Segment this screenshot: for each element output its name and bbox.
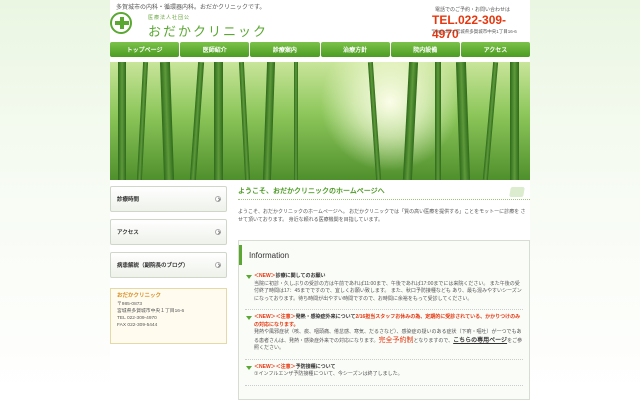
sidebar-item-label: 診療時間 bbox=[117, 197, 140, 203]
sidebar-item-label: 病患解説（副院長のブログ） bbox=[117, 263, 189, 269]
leaf-icon bbox=[509, 187, 525, 197]
header-tagline: 多賀城市の内科・循環器内科。おだかクリニックです。 bbox=[116, 5, 266, 11]
arrow-circle-icon bbox=[215, 229, 221, 235]
clinic-info-fax: FAX 022-309-5444 bbox=[117, 323, 158, 328]
header-phone[interactable]: TEL.022-309-4970 bbox=[432, 13, 530, 41]
intro-text: ようこそ、おだかクリニックのホームページへ。 おだかクリニックでは「質の高い医療… bbox=[238, 209, 526, 223]
welcome-heading: ようこそ、おだかクリニックのホームページへ bbox=[238, 186, 530, 200]
bamboo-stalk bbox=[510, 62, 519, 180]
main-nav: トップページ 医師紹介 診療案内 治療方針 院内設備 アクセス bbox=[110, 42, 531, 57]
news-item: ＜NEW＞＜注意＞予防接種について ①インフルエンザ予防接種について、今シーズン… bbox=[245, 364, 523, 386]
clinic-info-tel: TEL 022-309-4970 bbox=[117, 316, 157, 321]
news-tag: ＜NEW＞＜注意＞ bbox=[254, 363, 296, 370]
bamboo-stalk bbox=[238, 62, 251, 180]
bamboo-stalk bbox=[136, 62, 149, 180]
background-left bbox=[0, 0, 110, 400]
logo-clinic-name[interactable]: おだかクリニック bbox=[148, 21, 268, 40]
information-title: Information bbox=[239, 245, 529, 265]
nav-services[interactable]: 診療案内 bbox=[250, 42, 320, 57]
sidebar-item-blog[interactable]: 病患解説（副院長のブログ） bbox=[110, 252, 227, 278]
bamboo-stalk bbox=[262, 62, 276, 180]
nav-policy[interactable]: 治療方針 bbox=[320, 42, 390, 57]
hero-bamboo-image bbox=[110, 62, 530, 180]
news-headline: 診療に関してのお願い bbox=[275, 273, 326, 279]
welcome-title: ようこそ、おだかクリニックのホームページへ bbox=[238, 188, 385, 195]
sidebar-item-access[interactable]: アクセス bbox=[110, 219, 227, 245]
main-content: ようこそ、おだかクリニックのホームページへ ようこそ、おだかクリニックのホームペ… bbox=[238, 186, 530, 224]
sidebar-item-label: アクセス bbox=[117, 230, 139, 236]
bamboo-stalk bbox=[294, 62, 298, 180]
bamboo-stalk bbox=[159, 62, 175, 180]
page-wrapper: 多賀城市の内科・循環器内科。おだかクリニックです。 医療法人社団公 おだかクリニ… bbox=[110, 0, 531, 400]
background-right bbox=[530, 0, 640, 400]
news-body: ①インフルエンザ予防接種について、今シーズンは終了しました。 bbox=[254, 371, 403, 377]
medical-cross-icon[interactable] bbox=[110, 12, 132, 34]
news-tail: となりますので、 bbox=[413, 337, 454, 344]
bamboo-stalk bbox=[435, 62, 441, 180]
clinic-info-address: 宮城県多賀城市中央１丁目16-6 bbox=[117, 309, 185, 314]
clinic-info-name: おだかクリニック bbox=[117, 293, 162, 299]
sidebar-item-hours[interactable]: 診療時間 bbox=[110, 186, 227, 212]
logo-subtitle[interactable]: 医療法人社団公 bbox=[148, 14, 190, 21]
nav-top[interactable]: トップページ bbox=[110, 42, 180, 57]
news-item: ＜NEW＞診療に関してのお願い 当院に初診・久しぶりの受診の方は午前であれば11… bbox=[245, 273, 523, 310]
news-tag: ＜NEW＞＜注意＞ bbox=[254, 314, 296, 320]
nav-doctor[interactable]: 医師紹介 bbox=[180, 42, 250, 57]
nav-facilities[interactable]: 院内設備 bbox=[390, 42, 460, 57]
bamboo-stalk bbox=[118, 62, 126, 180]
clinic-info-postal: 〒985-0873 bbox=[117, 302, 143, 307]
arrow-circle-icon bbox=[215, 262, 221, 268]
news-item: ＜NEW＞＜注意＞発熱・感染症外来について2/16担当スタッフお休みの為、定期的… bbox=[245, 314, 523, 360]
news-emphasis: 完全予約制 bbox=[378, 336, 414, 344]
contact-lead: 電話でのご予約・お問い合わせは bbox=[435, 7, 511, 13]
bamboo-stalk bbox=[214, 62, 223, 180]
information-box: Information ＜NEW＞診療に関してのお願い 当院に初診・久しぶりの受… bbox=[238, 240, 530, 400]
news-body: 当院に初診・久しぶりの受診の方は午前であれば11:00まで、午後であれば17:0… bbox=[254, 280, 522, 302]
news-headline: 発熱・感染症外来について bbox=[295, 314, 356, 320]
header-address: 〒985-0873 宮城県多賀城市中央1丁目16-6 bbox=[431, 29, 517, 34]
special-page-link[interactable]: こちらの専用ページ bbox=[453, 338, 507, 344]
nav-access[interactable]: アクセス bbox=[460, 42, 531, 57]
clinic-info-box: おだかクリニック 〒985-0873 宮城県多賀城市中央１丁目16-6 TEL … bbox=[110, 288, 227, 344]
arrow-circle-icon bbox=[215, 196, 221, 202]
bamboo-stalk bbox=[482, 62, 499, 180]
bamboo-stalk bbox=[455, 62, 471, 180]
news-headline: 予防接種について bbox=[295, 363, 336, 370]
news-list: ＜NEW＞診療に関してのお願い 当院に初診・久しぶりの受診の方は午前であれば11… bbox=[245, 273, 523, 386]
bamboo-stalk bbox=[189, 62, 205, 180]
news-tag: ＜NEW＞ bbox=[254, 273, 276, 279]
